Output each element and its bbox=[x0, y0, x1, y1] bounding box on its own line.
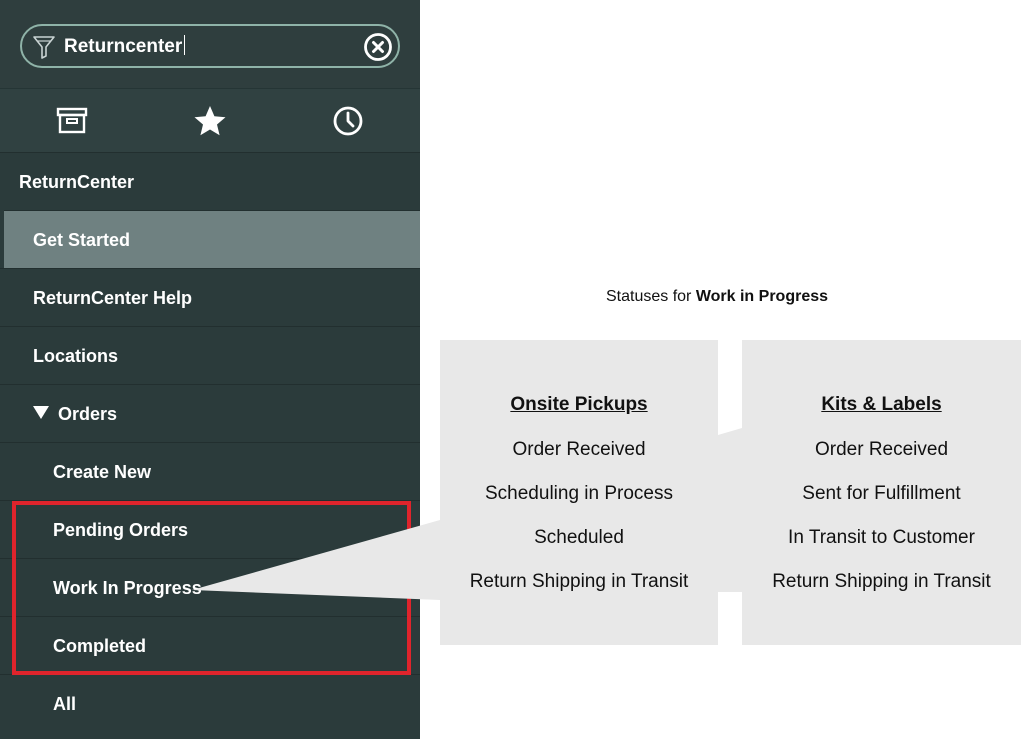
status-item: Return Shipping in Transit bbox=[469, 571, 689, 592]
status-item: Order Received bbox=[814, 439, 949, 460]
status-item: Order Received bbox=[512, 439, 646, 460]
panel-title: Onsite Pickups bbox=[510, 394, 648, 415]
status-list: Order Received Sent for Fulfillment In T… bbox=[742, 428, 1021, 604]
panel-onsite-pickups: Onsite Pickups Order Received Scheduling… bbox=[440, 340, 718, 645]
status-item: Scheduling in Process bbox=[485, 483, 673, 504]
status-item: Return Shipping in Transit bbox=[772, 571, 991, 592]
panel-title: Kits & Labels bbox=[821, 394, 942, 415]
status-item: Sent for Fulfillment bbox=[802, 483, 961, 504]
status-item: In Transit to Customer bbox=[788, 527, 975, 548]
status-item: Scheduled bbox=[534, 527, 624, 548]
panel-kits-and-labels: Kits & Labels Order Received Sent for Fu… bbox=[742, 340, 1021, 645]
status-list: Order Received Scheduling in Process Sch… bbox=[440, 428, 718, 604]
